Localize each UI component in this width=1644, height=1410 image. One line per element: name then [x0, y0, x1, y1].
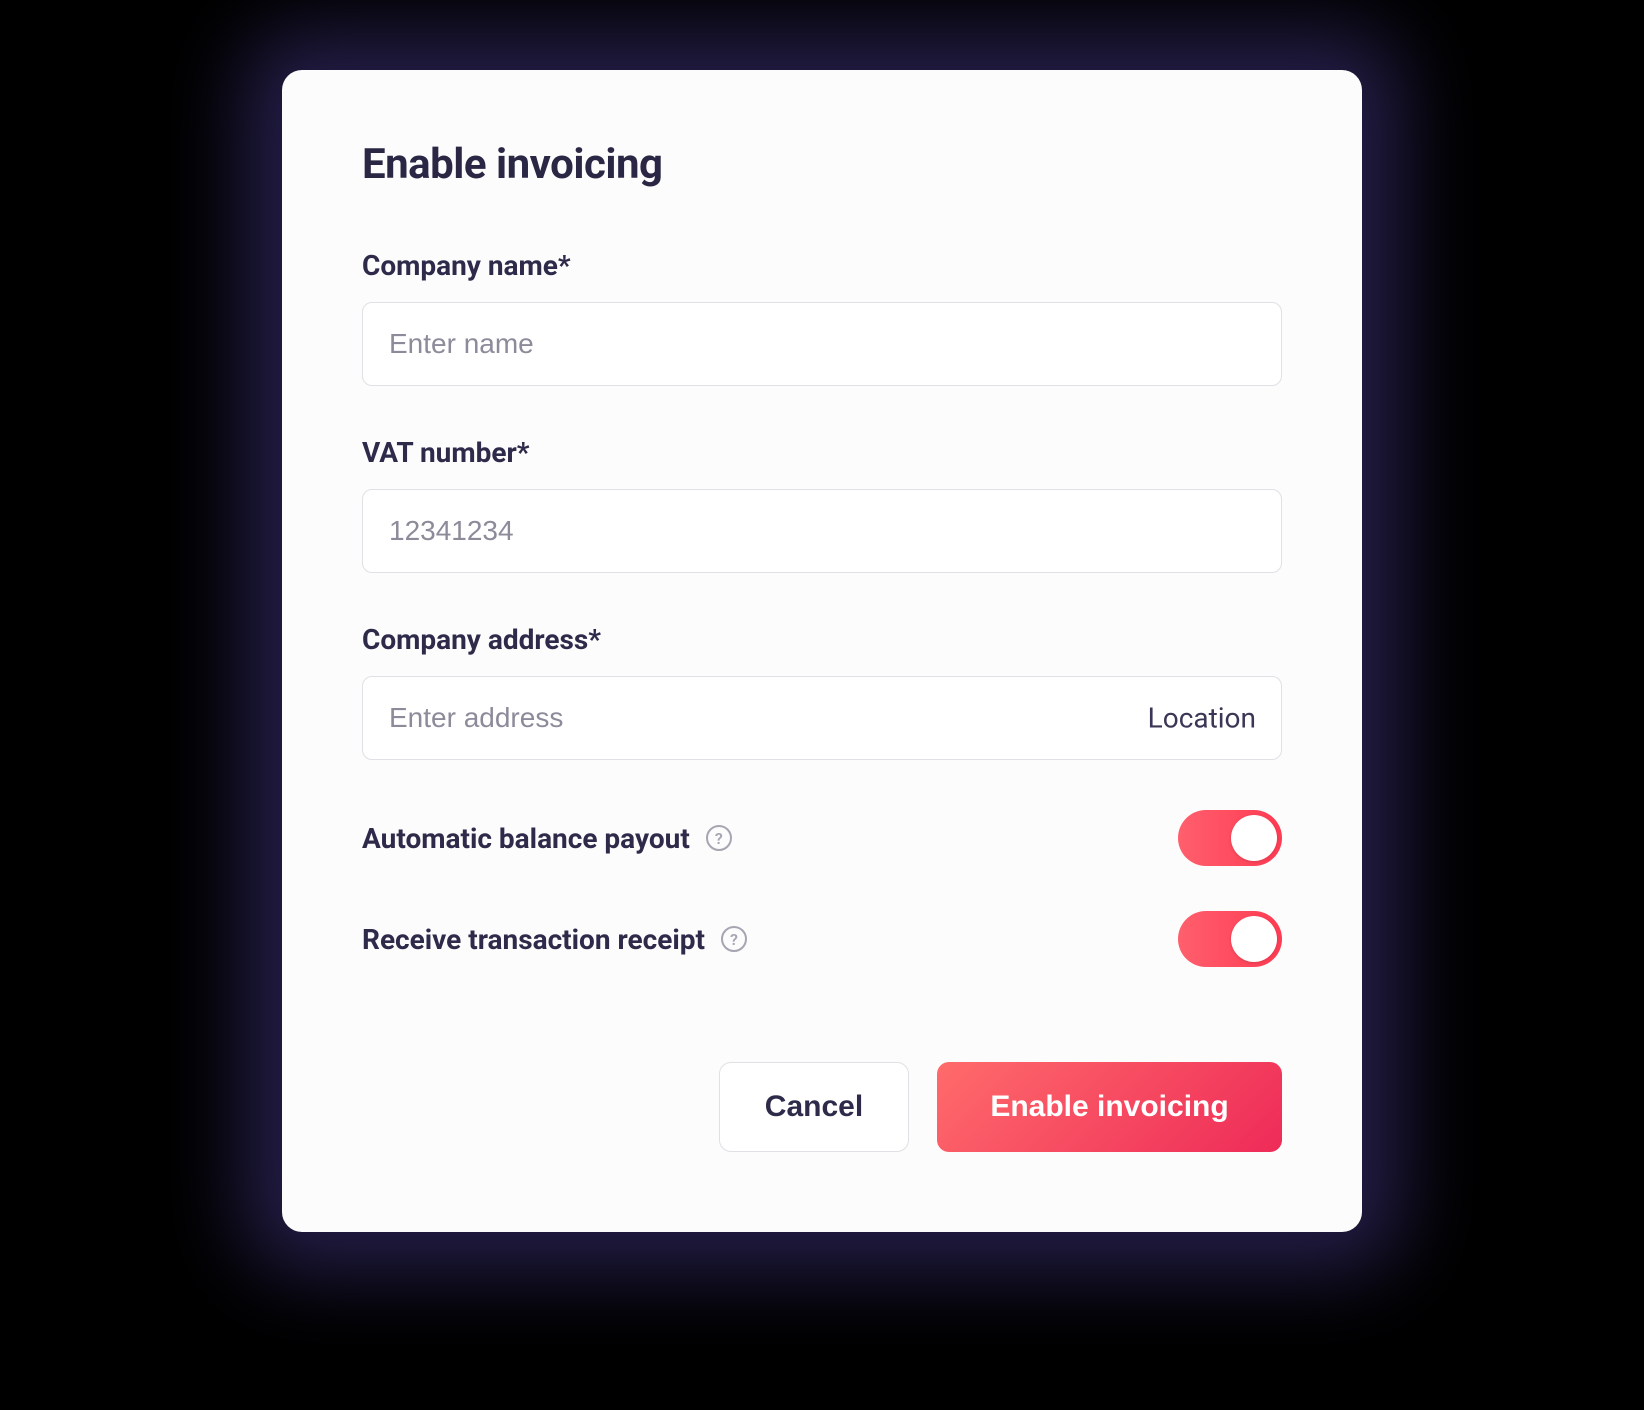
vat-number-field: VAT number* — [362, 436, 1282, 573]
company-name-label: Company name* — [362, 249, 1282, 282]
company-address-field: Company address* Location — [362, 623, 1282, 760]
enable-invoicing-modal: Enable invoicing Company name* VAT numbe… — [282, 70, 1362, 1232]
receive-receipt-label: Receive transaction receipt — [362, 923, 705, 956]
enable-invoicing-button[interactable]: Enable invoicing — [937, 1062, 1282, 1152]
receive-receipt-toggle[interactable] — [1178, 911, 1282, 967]
company-address-label: Company address* — [362, 623, 1282, 656]
auto-payout-toggle[interactable] — [1178, 810, 1282, 866]
help-icon[interactable]: ? — [706, 825, 732, 851]
help-icon[interactable]: ? — [721, 926, 747, 952]
toggle-knob — [1231, 815, 1277, 861]
cancel-button[interactable]: Cancel — [719, 1062, 909, 1152]
vat-number-label: VAT number* — [362, 436, 1282, 469]
button-row: Cancel Enable invoicing — [362, 1062, 1282, 1152]
auto-payout-row: Automatic balance payout ? — [362, 810, 1282, 866]
company-address-input[interactable] — [362, 676, 1282, 760]
auto-payout-label: Automatic balance payout — [362, 822, 690, 855]
receive-receipt-row: Receive transaction receipt ? — [362, 911, 1282, 967]
company-name-input[interactable] — [362, 302, 1282, 386]
vat-number-input[interactable] — [362, 489, 1282, 573]
toggle-knob — [1231, 916, 1277, 962]
modal-title: Enable invoicing — [362, 140, 1282, 189]
company-name-field: Company name* — [362, 249, 1282, 386]
